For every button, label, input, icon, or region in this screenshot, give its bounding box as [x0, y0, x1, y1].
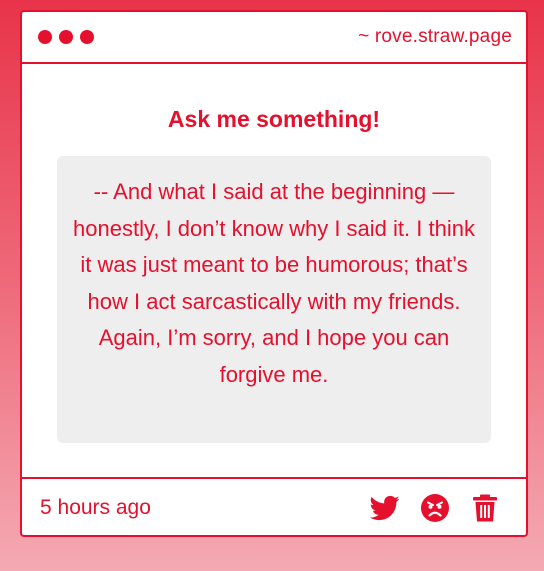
- message-box: -- And what I said at the beginning —hon…: [57, 156, 491, 443]
- question-card: ~ rove.straw.page Ask me something! -- A…: [20, 10, 528, 537]
- twitter-icon[interactable]: [370, 493, 400, 523]
- card-footer: 5 hours ago: [22, 477, 526, 537]
- page-title: Ask me something!: [167, 106, 381, 132]
- action-bar: [370, 493, 500, 523]
- window-dot: [38, 30, 52, 44]
- card-content: Ask me something! -- And what I said at …: [22, 64, 526, 477]
- timestamp: 5 hours ago: [40, 496, 151, 519]
- angry-face-icon[interactable]: [420, 493, 450, 523]
- window-dot: [59, 30, 73, 44]
- window-dots: [38, 30, 94, 44]
- trash-icon[interactable]: [470, 493, 500, 523]
- card-header: ~ rove.straw.page: [22, 12, 526, 64]
- window-dot: [80, 30, 94, 44]
- site-address[interactable]: ~ rove.straw.page: [358, 26, 512, 48]
